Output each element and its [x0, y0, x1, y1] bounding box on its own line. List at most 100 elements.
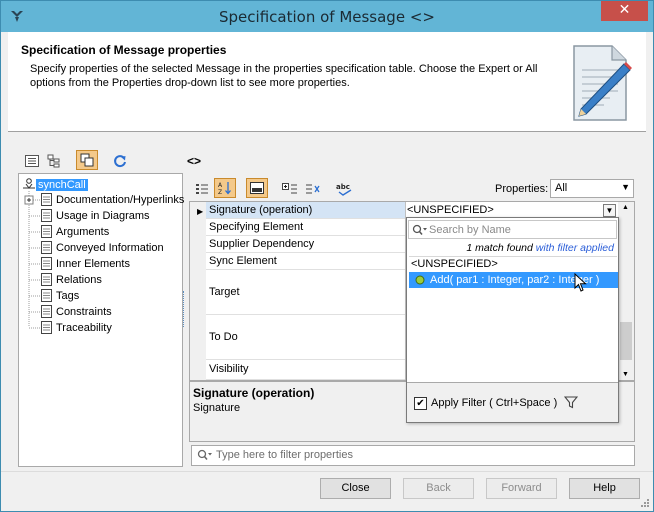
property-row-sync-element[interactable]: Sync Element: [206, 253, 406, 270]
properties-mode-select[interactable]: All ▼: [550, 179, 634, 198]
property-row-supplier-dependency[interactable]: Supplier Dependency: [206, 236, 406, 253]
page-icon: [41, 209, 52, 222]
close-button[interactable]: Close: [320, 478, 391, 499]
tree-item-tags[interactable]: Tags: [41, 288, 79, 303]
tree-view-icon: [47, 154, 60, 168]
forward-button[interactable]: Forward: [486, 478, 557, 499]
chevron-down-icon: ▼: [621, 182, 630, 192]
pane-splitter[interactable]: [183, 291, 186, 327]
document-pencil-icon: [573, 45, 632, 121]
match-info: 1 match found with filter applied: [466, 242, 614, 254]
specification-dialog: Specification of Message <> ✕ Specificat…: [0, 0, 654, 512]
popup-search-input[interactable]: Search by Name: [408, 220, 617, 239]
match-count-text: 1 match found: [466, 242, 533, 254]
copy-view-button[interactable]: [76, 150, 98, 170]
property-name: Visibility: [209, 363, 249, 375]
footer-divider: [1, 471, 653, 472]
property-filter-input[interactable]: Type here to filter properties: [191, 445, 635, 466]
filter-applied-link[interactable]: with filter applied: [536, 242, 614, 254]
signature-value: <UNSPECIFIED>: [407, 204, 494, 216]
resize-grip-icon[interactable]: [640, 498, 650, 508]
collapse-all-button[interactable]: [302, 179, 324, 199]
tree-view-button[interactable]: [43, 151, 65, 171]
tree-item-relations[interactable]: Relations: [41, 272, 102, 287]
tree-item-label: Tags: [56, 289, 80, 302]
tree-item-label: Constraints: [56, 305, 112, 318]
chevron-down-icon[interactable]: ▼: [603, 204, 616, 217]
page-icon: [41, 193, 52, 206]
window-title: Specification of Message <>: [219, 8, 435, 26]
apply-filter-checkbox[interactable]: ✔: [414, 397, 427, 410]
spell-check-button[interactable]: abc: [334, 179, 356, 199]
window-close-button[interactable]: ✕: [601, 1, 648, 21]
tree-item-inner-elements[interactable]: Inner Elements: [41, 256, 130, 271]
tree-item-traceability[interactable]: Traceability: [41, 320, 112, 335]
popup-search-placeholder: Search by Name: [429, 224, 511, 236]
tree-item-label: Arguments: [56, 225, 110, 238]
scrollbar-thumb[interactable]: [620, 322, 632, 360]
sort-az-icon: A Z: [218, 182, 231, 195]
property-row-specifying-element[interactable]: Specifying Element: [206, 219, 406, 236]
filter-funnel-icon[interactable]: [564, 396, 578, 409]
tree-item-label: Traceability: [56, 321, 112, 334]
tree-item-label: Usage in Diagrams: [56, 209, 150, 222]
properties-toolbar: A Z abc Properties: All ▼: [189, 173, 639, 201]
tree-item-conveyed-information[interactable]: Conveyed Information: [41, 240, 164, 255]
description-panel-icon: [250, 182, 264, 194]
svg-text:Z: Z: [218, 189, 222, 195]
tree-item-constraints[interactable]: Constraints: [41, 304, 112, 319]
scroll-up-icon[interactable]: ▲: [622, 204, 629, 211]
tree-item-label: Inner Elements: [56, 257, 130, 270]
apply-filter-label: Apply Filter ( Ctrl+Space ): [431, 397, 558, 409]
current-row-arrow-icon: ▶: [197, 207, 204, 216]
title-bar[interactable]: Specification of Message <> ✕: [1, 1, 653, 32]
tree-item-label: Relations: [56, 273, 102, 286]
properties-mode-label: Properties:: [495, 183, 549, 195]
refresh-button[interactable]: [109, 151, 131, 171]
categorized-view-button[interactable]: [191, 179, 213, 199]
tree-item-label: Conveyed Information: [56, 241, 164, 254]
help-button[interactable]: Help: [569, 478, 640, 499]
property-row-visibility[interactable]: Visibility: [206, 360, 406, 380]
spell-check-icon: abc: [336, 183, 352, 196]
back-button[interactable]: Back: [403, 478, 474, 499]
tree-item-label: Documentation/Hyperlinks: [56, 193, 185, 206]
message-actor-icon: [23, 178, 35, 189]
page-icon: [41, 241, 52, 254]
page-icon: [41, 273, 52, 286]
filter-placeholder: Type here to filter properties: [216, 449, 353, 461]
property-name: Signature (operation): [209, 204, 313, 216]
tree-root-label: synchCall: [36, 178, 88, 191]
description-text: Signature: [193, 402, 241, 414]
expand-all-button[interactable]: [279, 179, 301, 199]
svg-text:A: A: [218, 182, 223, 189]
refresh-icon: [114, 155, 126, 168]
property-name: Target: [209, 286, 240, 298]
tree-item-usage-in-diagrams[interactable]: Usage in Diagrams: [41, 208, 150, 223]
expand-all-icon: [282, 183, 297, 194]
page-icon: [41, 305, 52, 318]
popup-separator: [409, 256, 617, 257]
property-row-signature[interactable]: Signature (operation): [206, 202, 406, 219]
signature-value-combo[interactable]: <UNSPECIFIED> ▼: [406, 204, 618, 218]
header-title: Specification of Message properties: [21, 43, 227, 57]
header-description: Specify properties of the selected Messa…: [30, 63, 538, 89]
sort-alphabetically-button[interactable]: A Z: [214, 178, 236, 198]
header-panel: Specification of Message properties Spec…: [8, 32, 646, 132]
property-row-to-do[interactable]: To Do: [206, 315, 406, 360]
table-vertical-scrollbar[interactable]: ▲ ▼: [618, 202, 634, 380]
tree-item-documentation[interactable]: Documentation/Hyperlinks: [41, 192, 184, 207]
show-description-button[interactable]: [246, 178, 268, 198]
description-title: Signature (operation): [193, 386, 315, 400]
option-unspecified[interactable]: <UNSPECIFIED>: [411, 258, 498, 270]
properties-mode-value: All: [555, 182, 568, 194]
page-icon: [41, 257, 52, 270]
copy-icon: [80, 153, 94, 167]
property-row-target[interactable]: Target: [206, 270, 406, 315]
list-view-button[interactable]: [21, 151, 43, 171]
scroll-down-icon[interactable]: ▼: [622, 371, 629, 378]
tree-item-arguments[interactable]: Arguments: [41, 224, 109, 239]
tree-root-item[interactable]: synchCall: [22, 177, 88, 192]
specification-tree[interactable]: synchCall Documentation/Hyperlinks Usage…: [18, 173, 184, 467]
property-name: Specifying Element: [209, 221, 304, 233]
